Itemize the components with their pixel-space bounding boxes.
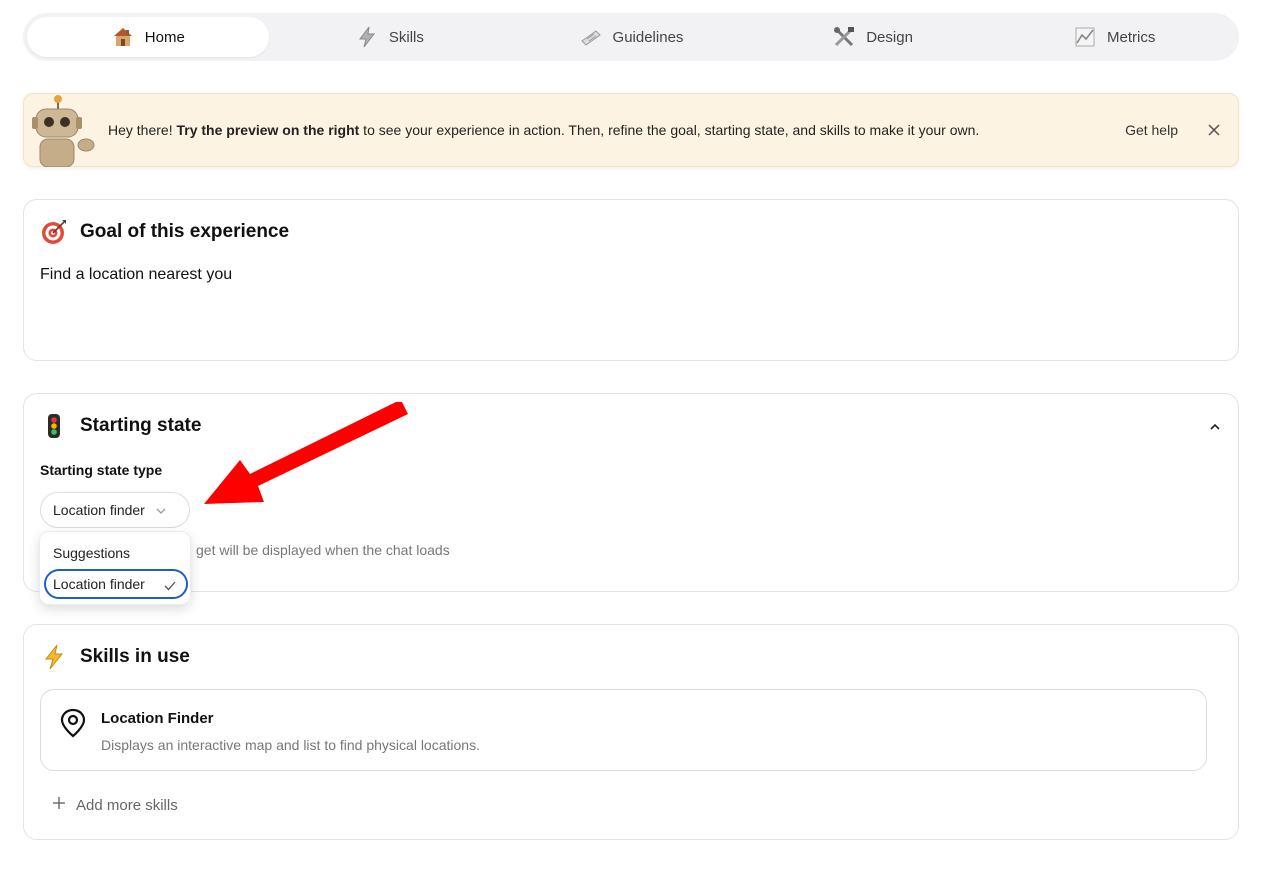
banner-greeting: Hey there! bbox=[108, 122, 177, 138]
plus-icon bbox=[52, 796, 66, 814]
check-icon bbox=[164, 579, 176, 591]
dropdown-option-location-finder[interactable]: Location finder bbox=[44, 569, 188, 599]
skills-title-text: Skills in use bbox=[80, 646, 190, 667]
robot-mascot-icon bbox=[24, 93, 104, 168]
starting-state-title-text: Starting state bbox=[80, 415, 202, 436]
lightning-icon bbox=[355, 25, 379, 49]
starting-state-hint-text: get will be displayed when the chat load… bbox=[196, 542, 450, 558]
tab-home[interactable]: Home bbox=[27, 17, 269, 57]
skill-description: Displays an interactive map and list to … bbox=[101, 737, 480, 753]
tab-label: Guidelines bbox=[612, 28, 684, 46]
skills-card: Skills in use Location Finder Displays a… bbox=[23, 624, 1239, 840]
tab-guidelines[interactable]: Guidelines bbox=[510, 17, 752, 57]
starting-state-card: Starting state Starting state type Locat… bbox=[23, 393, 1239, 592]
welcome-banner: Hey there! Try the preview on the right … bbox=[23, 93, 1239, 168]
banner-rest: to see your experience in action. Then, … bbox=[359, 122, 980, 138]
tools-icon bbox=[832, 25, 856, 49]
document-icon bbox=[579, 25, 603, 49]
goal-title: Goal of this experience bbox=[40, 218, 289, 246]
tab-label: Skills bbox=[388, 28, 424, 46]
target-icon bbox=[40, 218, 68, 246]
tab-metrics[interactable]: Metrics bbox=[993, 17, 1235, 57]
chevron-down-icon bbox=[155, 504, 167, 516]
tab-label: Design bbox=[866, 28, 913, 46]
goal-text[interactable]: Find a location nearest you bbox=[40, 266, 232, 284]
top-tab-bar: Home Skills Guidelines Design Metrics bbox=[23, 13, 1239, 61]
select-value: Location finder bbox=[53, 502, 145, 518]
banner-message: Hey there! Try the preview on the right … bbox=[104, 122, 1125, 138]
lightning-icon bbox=[40, 643, 68, 671]
add-more-skills-label: Add more skills bbox=[76, 796, 178, 814]
starting-state-dropdown: Suggestions Location finder bbox=[39, 531, 191, 605]
traffic-light-icon bbox=[40, 412, 68, 440]
chevron-up-icon[interactable] bbox=[1208, 420, 1222, 434]
goal-card: Goal of this experience Find a location … bbox=[23, 199, 1239, 361]
house-icon bbox=[111, 25, 135, 49]
map-pin-icon bbox=[59, 708, 87, 738]
close-icon[interactable] bbox=[1206, 122, 1222, 138]
dropdown-option-label: Location finder bbox=[53, 576, 145, 592]
starting-state-type-label: Starting state type bbox=[40, 462, 163, 478]
goal-title-text: Goal of this experience bbox=[80, 221, 290, 242]
skills-title: Skills in use bbox=[40, 643, 190, 671]
skill-name: Location Finder bbox=[101, 710, 214, 727]
tab-label: Home bbox=[144, 28, 185, 46]
starting-state-type-select[interactable]: Location finder bbox=[40, 492, 190, 528]
add-more-skills-button[interactable]: Add more skills bbox=[52, 796, 178, 814]
starting-state-title: Starting state bbox=[40, 412, 201, 440]
tab-label: Metrics bbox=[1107, 28, 1156, 46]
chart-icon bbox=[1073, 25, 1097, 49]
skill-card-location-finder[interactable]: Location Finder Displays an interactive … bbox=[40, 689, 1207, 771]
dropdown-option-suggestions[interactable]: Suggestions bbox=[44, 538, 188, 568]
banner-emphasis: Try the preview on the right bbox=[176, 122, 360, 138]
tab-skills[interactable]: Skills bbox=[269, 17, 511, 57]
tab-design[interactable]: Design bbox=[752, 17, 994, 57]
get-help-link[interactable]: Get help bbox=[1125, 122, 1178, 138]
